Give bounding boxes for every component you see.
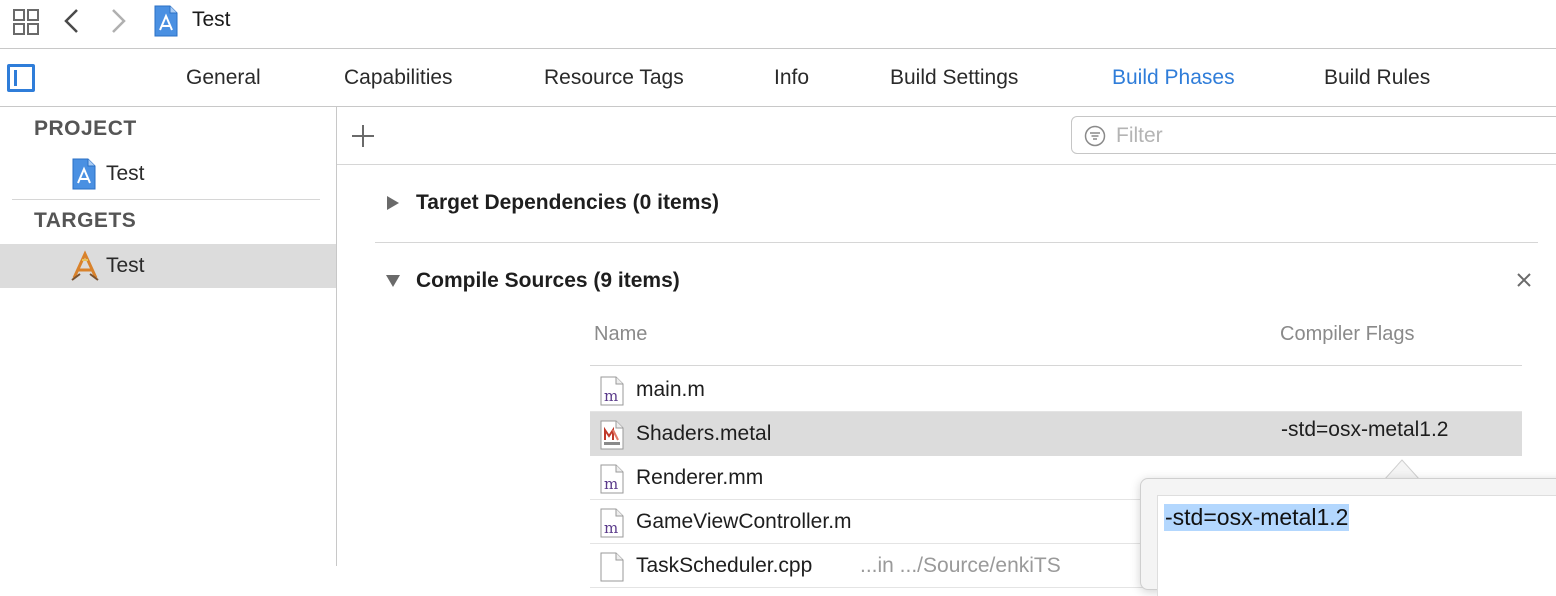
objcpp-source-file-icon: m (600, 464, 624, 494)
tab-general[interactable]: General (186, 66, 261, 90)
column-header-name[interactable]: Name (594, 323, 647, 346)
sidebar-item-label: Test (106, 254, 145, 277)
file-name: GameViewController.m (636, 510, 852, 533)
svg-text:m: m (604, 387, 618, 405)
cpp-source-file-icon (600, 552, 624, 582)
svg-text:m: m (604, 475, 618, 493)
tab-info[interactable]: Info (774, 66, 809, 90)
tab-build-rules[interactable]: Build Rules (1324, 66, 1430, 90)
file-name: Renderer.mm (636, 466, 764, 489)
disclosure-triangle-expanded-icon[interactable] (385, 273, 401, 289)
forward-chevron-icon[interactable] (106, 6, 130, 36)
popover-arrow (1384, 458, 1420, 480)
app-target-icon (70, 250, 99, 282)
sidebar-item-target-test[interactable]: Test (0, 244, 336, 288)
project-file-icon (70, 158, 98, 190)
filter-icon (1084, 125, 1106, 147)
phase-divider (375, 242, 1538, 243)
compiler-flags[interactable]: -std=osx-metal1.2 (1281, 418, 1449, 442)
project-file-icon (153, 5, 179, 37)
editor-tab-bar: General Capabilities Resource Tags Info … (0, 49, 1556, 107)
sidebar-item-project-test[interactable]: Test (0, 152, 336, 196)
phases-toolbar (337, 107, 1556, 165)
disclosure-triangle-collapsed-icon[interactable] (385, 195, 401, 211)
breadcrumb-title[interactable]: Test (192, 8, 231, 32)
objc-source-file-icon: m (600, 508, 624, 538)
phase-title: Target Dependencies (0 items) (416, 191, 720, 214)
back-chevron-icon[interactable] (60, 6, 84, 36)
table-row[interactable]: Shaders.metal -std=osx-metal1.2 (590, 412, 1522, 456)
add-phase-button[interactable] (351, 124, 375, 148)
filter-input[interactable] (1114, 121, 1556, 151)
file-path: ...in .../Source/enkiTS (860, 554, 1061, 577)
column-header-compiler-flags[interactable]: Compiler Flags (1280, 323, 1414, 346)
metal-file-icon (600, 420, 624, 450)
sidebar-item-label: Test (106, 162, 145, 185)
navigation-bar: Test (0, 0, 1556, 49)
tab-build-settings[interactable]: Build Settings (890, 66, 1018, 90)
svg-text:m: m (604, 519, 618, 537)
file-name: Shaders.metal (636, 422, 772, 445)
tab-resource-tags[interactable]: Resource Tags (544, 66, 684, 90)
table-row[interactable]: m main.m (590, 368, 1522, 412)
phase-target-dependencies[interactable]: Target Dependencies (0 items) (375, 179, 1538, 229)
objc-source-file-icon: m (600, 376, 624, 406)
tab-build-phases[interactable]: Build Phases (1112, 66, 1235, 90)
phase-compile-sources[interactable]: Compile Sources (9 items) (375, 257, 1538, 307)
selected-flags-text[interactable]: -std=osx-metal1.2 (1164, 504, 1350, 531)
compiler-flags-text-field[interactable]: -std=osx-metal1.2 (1157, 495, 1556, 596)
file-name: main.m (636, 378, 705, 401)
project-target-sidebar: PROJECT Test TARGETS Test (0, 107, 337, 566)
tab-capabilities[interactable]: Capabilities (344, 66, 453, 90)
delete-phase-close-icon[interactable] (1514, 270, 1534, 290)
table-header-divider (590, 365, 1522, 366)
grid-icon[interactable] (12, 8, 40, 36)
file-name: TaskScheduler.cpp (636, 554, 813, 577)
targets-section-header: TARGETS (34, 209, 137, 232)
sidebar-divider (12, 199, 320, 200)
phase-title: Compile Sources (9 items) (416, 269, 680, 292)
filter-field[interactable] (1071, 116, 1556, 154)
compiler-flags-popover: -std=osx-metal1.2 (1140, 478, 1556, 596)
sidebar-toggle-icon[interactable] (7, 64, 35, 92)
project-section-header: PROJECT (34, 117, 137, 140)
